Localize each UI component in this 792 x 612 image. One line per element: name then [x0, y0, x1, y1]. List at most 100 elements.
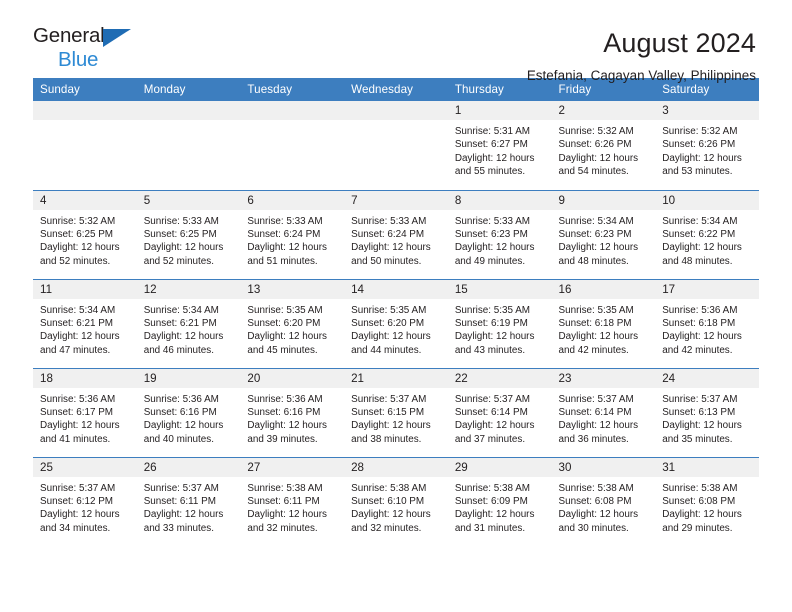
sunset-text: Sunset: 6:27 PM: [454, 139, 528, 151]
calendar-day-cell[interactable]: 28 Sunrise: 5:38 AM Sunset: 6:10 PM Dayligh…: [344, 456, 448, 546]
sunset-text: Sunset: 6:18 PM: [662, 317, 736, 329]
calendar-day-cell[interactable]: 17 Sunrise: 5:36 AM Sunset: 6:18 PM Dayligh…: [655, 278, 759, 368]
calendar-day-cell[interactable]: 22 Sunrise: 5:37 AM Sunset: 6:14 PM Dayligh…: [447, 367, 552, 457]
calendar-empty-cell: [344, 101, 448, 190]
day-number: 4: [33, 190, 137, 210]
sunset-text: Sunset: 6:20 PM: [247, 317, 321, 329]
calendar-day-cell[interactable]: 18 Sunrise: 5:36 AM Sunset: 6:17 PM Dayligh…: [33, 367, 137, 457]
sunset-text: Sunset: 6:23 PM: [558, 228, 632, 240]
daylight-text: Daylight: 12 hours and 37 minutes.: [454, 420, 535, 445]
sunrise-text: Sunrise: 5:37 AM: [143, 482, 219, 494]
day-details: Sunrise: 5:37 AM Sunset: 6:12 PM Daylight:…: [33, 477, 137, 536]
day-details: Sunrise: 5:36 AM Sunset: 6:16 PM Daylight:…: [137, 388, 241, 447]
calendar-day-cell[interactable]: 14 Sunrise: 5:35 AM Sunset: 6:20 PM Dayligh…: [344, 278, 448, 368]
sunrise-text: Sunrise: 5:36 AM: [143, 393, 219, 405]
sunrise-text: Sunrise: 5:32 AM: [662, 126, 738, 137]
day-number: 8: [447, 190, 552, 210]
sunset-text: Sunset: 6:16 PM: [247, 406, 321, 418]
day-number: 30: [551, 457, 656, 477]
day-number: 1: [447, 101, 552, 120]
calendar-day-cell[interactable]: 11 Sunrise: 5:34 AM Sunset: 6:21 PM Dayligh…: [33, 278, 137, 368]
day-details: Sunrise: 5:35 AM Sunset: 6:20 PM Daylight:…: [344, 299, 448, 358]
calendar-day-cell[interactable]: 30 Sunrise: 5:38 AM Sunset: 6:08 PM Dayligh…: [551, 456, 656, 546]
calendar-day-cell[interactable]: 24 Sunrise: 5:37 AM Sunset: 6:13 PM Dayligh…: [655, 367, 759, 457]
generalblue-logo[interactable]: General Blue: [33, 25, 151, 71]
calendar-day-cell[interactable]: 7 Sunrise: 5:33 AM Sunset: 6:24 PM Daylight…: [344, 189, 448, 279]
day-details: Sunrise: 5:35 AM Sunset: 6:18 PM Daylight:…: [552, 299, 656, 358]
daylight-text: Daylight: 12 hours and 53 minutes.: [662, 152, 742, 178]
daylight-text: Daylight: 12 hours and 44 minutes.: [351, 331, 431, 356]
sunset-text: Sunset: 6:25 PM: [40, 228, 114, 240]
calendar-day-cell[interactable]: 2 Sunrise: 5:32 AM Sunset: 6:26 PM Daylight…: [551, 101, 656, 190]
calendar-day-cell[interactable]: 19 Sunrise: 5:36 AM Sunset: 6:16 PM Dayligh…: [136, 367, 241, 457]
title-block: August 2024 Estefania, Cagayan Valley, P…: [527, 26, 756, 84]
day-number: 29: [447, 457, 552, 477]
sunrise-text: Sunrise: 5:38 AM: [662, 482, 738, 494]
sunset-text: Sunset: 6:09 PM: [454, 495, 528, 507]
day-number: [136, 101, 241, 120]
sunset-text: Sunset: 6:11 PM: [143, 495, 216, 507]
sunset-text: Sunset: 6:17 PM: [40, 406, 114, 418]
calendar-day-cell[interactable]: 3 Sunrise: 5:32 AM Sunset: 6:26 PM Daylight…: [655, 101, 759, 190]
calendar-day-cell[interactable]: 26 Sunrise: 5:37 AM Sunset: 6:11 PM Dayligh…: [136, 456, 241, 546]
calendar-week-row: 4 Sunrise: 5:32 AM Sunset: 6:25 PM Daylight…: [33, 189, 759, 279]
calendar-day-cell[interactable]: 8 Sunrise: 5:33 AM Sunset: 6:23 PM Daylight…: [447, 189, 552, 279]
calendar-day-cell[interactable]: 4 Sunrise: 5:32 AM Sunset: 6:25 PM Daylight…: [33, 189, 137, 279]
calendar-day-cell[interactable]: 5 Sunrise: 5:33 AM Sunset: 6:25 PM Daylight…: [136, 189, 241, 279]
day-number: 31: [655, 457, 759, 477]
day-number: 7: [344, 190, 448, 210]
day-details: Sunrise: 5:36 AM Sunset: 6:16 PM Daylight:…: [240, 388, 344, 447]
calendar-week-row: 11 Sunrise: 5:34 AM Sunset: 6:21 PM Dayligh…: [33, 278, 759, 368]
calendar-day-cell[interactable]: 6 Sunrise: 5:33 AM Sunset: 6:24 PM Daylight…: [240, 189, 345, 279]
sunrise-text: Sunrise: 5:32 AM: [558, 126, 634, 137]
calendar-day-cell[interactable]: 29 Sunrise: 5:38 AM Sunset: 6:09 PM Dayligh…: [447, 456, 552, 546]
page-title: August 2024: [603, 28, 756, 58]
daylight-text: Daylight: 12 hours and 48 minutes.: [558, 242, 639, 267]
day-details: Sunrise: 5:31 AM Sunset: 6:27 PM Daylight:…: [448, 120, 552, 179]
daylight-text: Daylight: 12 hours and 30 minutes.: [558, 509, 639, 534]
day-details: Sunrise: 5:36 AM Sunset: 6:17 PM Daylight:…: [33, 388, 137, 447]
day-details: Sunrise: 5:34 AM Sunset: 6:21 PM Daylight:…: [33, 299, 137, 358]
sunrise-text: Sunrise: 5:34 AM: [40, 304, 116, 316]
calendar-day-cell[interactable]: 1 Sunrise: 5:31 AM Sunset: 6:27 PM Daylight…: [447, 101, 552, 190]
calendar-day-cell[interactable]: 23 Sunrise: 5:37 AM Sunset: 6:14 PM Dayligh…: [551, 367, 656, 457]
daylight-text: Daylight: 12 hours and 43 minutes.: [454, 331, 535, 356]
daylight-text: Daylight: 12 hours and 49 minutes.: [454, 242, 535, 267]
calendar-day-cell[interactable]: 31 Sunrise: 5:38 AM Sunset: 6:08 PM Dayligh…: [655, 456, 759, 546]
calendar-day-cell[interactable]: 25 Sunrise: 5:37 AM Sunset: 6:12 PM Dayligh…: [33, 456, 137, 546]
day-number: 13: [240, 279, 345, 299]
calendar-day-cell[interactable]: 10 Sunrise: 5:34 AM Sunset: 6:22 PM Dayligh…: [655, 189, 759, 279]
day-details: Sunrise: 5:38 AM Sunset: 6:11 PM Daylight:…: [240, 477, 344, 536]
sunrise-text: Sunrise: 5:37 AM: [558, 393, 634, 405]
sunrise-text: Sunrise: 5:37 AM: [454, 393, 531, 405]
calendar-empty-cell: [240, 101, 345, 190]
calendar-day-cell[interactable]: 15 Sunrise: 5:35 AM Sunset: 6:19 PM Dayligh…: [447, 278, 552, 368]
sunrise-text: Sunrise: 5:34 AM: [558, 215, 634, 227]
calendar-day-cell[interactable]: 20 Sunrise: 5:36 AM Sunset: 6:16 PM Dayligh…: [240, 367, 345, 457]
calendar-day-cell[interactable]: 27 Sunrise: 5:38 AM Sunset: 6:11 PM Dayligh…: [240, 456, 345, 546]
day-details: Sunrise: 5:34 AM Sunset: 6:21 PM Daylight:…: [137, 299, 241, 358]
calendar-day-cell[interactable]: 12 Sunrise: 5:34 AM Sunset: 6:21 PM Dayligh…: [136, 278, 241, 368]
calendar-wrapper: Sunday Monday Tuesday Wednesday Thursday…: [0, 78, 792, 546]
page-subtitle: Estefania, Cagayan Valley, Philippines: [526, 68, 756, 84]
calendar-day-cell[interactable]: 21 Sunrise: 5:37 AM Sunset: 6:15 PM Dayligh…: [344, 367, 448, 457]
sunset-text: Sunset: 6:14 PM: [454, 406, 528, 418]
day-details: Sunrise: 5:35 AM Sunset: 6:20 PM Daylight:…: [240, 299, 344, 358]
calendar-day-cell[interactable]: 13 Sunrise: 5:35 AM Sunset: 6:20 PM Dayligh…: [240, 278, 345, 368]
sunrise-text: Sunrise: 5:33 AM: [454, 215, 531, 227]
calendar-day-cell[interactable]: 16 Sunrise: 5:35 AM Sunset: 6:18 PM Dayligh…: [551, 278, 656, 368]
sunrise-text: Sunrise: 5:37 AM: [351, 393, 427, 405]
daylight-text: Daylight: 12 hours and 39 minutes.: [247, 420, 327, 445]
sunset-text: Sunset: 6:22 PM: [662, 228, 736, 240]
sunrise-text: Sunrise: 5:34 AM: [143, 304, 219, 316]
calendar-day-cell[interactable]: 9 Sunrise: 5:34 AM Sunset: 6:23 PM Daylight…: [551, 189, 656, 279]
sunset-text: Sunset: 6:19 PM: [454, 317, 528, 329]
day-details: Sunrise: 5:38 AM Sunset: 6:09 PM Daylight:…: [448, 477, 552, 536]
daylight-text: Daylight: 12 hours and 34 minutes.: [40, 509, 120, 534]
calendar-week-row: 1 Sunrise: 5:31 AM Sunset: 6:27 PM Daylight…: [33, 101, 759, 190]
sunrise-text: Sunrise: 5:36 AM: [247, 393, 323, 405]
day-details: Sunrise: 5:33 AM Sunset: 6:24 PM Daylight:…: [240, 210, 344, 269]
sunrise-text: Sunrise: 5:37 AM: [40, 482, 116, 494]
daylight-text: Daylight: 12 hours and 32 minutes.: [247, 509, 327, 534]
day-details: Sunrise: 5:37 AM Sunset: 6:11 PM Daylight:…: [137, 477, 241, 536]
